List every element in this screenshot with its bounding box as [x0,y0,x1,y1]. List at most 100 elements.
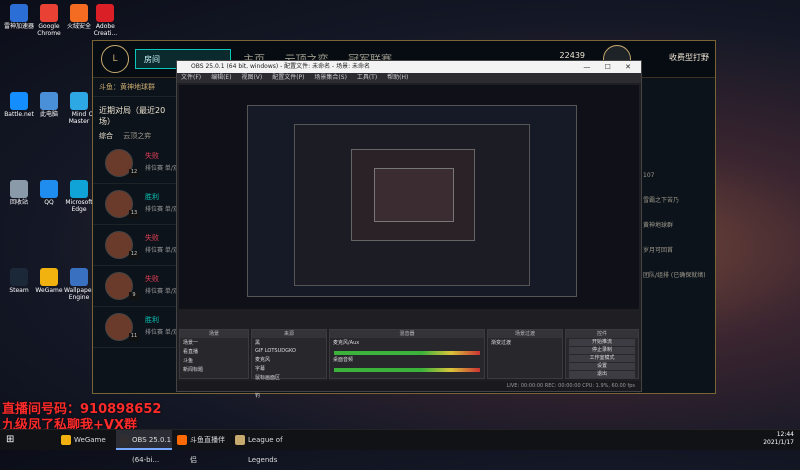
menu-edit[interactable]: 编辑(E) [211,74,231,81]
match-row[interactable]: 13 胜利 排位赛 单/双 [93,184,183,225]
transitions-dock: 场景过渡 渐变过渡 [487,329,563,379]
clock-time: 12:44 [776,431,794,438]
desktop-icon[interactable]: 雷神加速器 [2,4,36,30]
match-row[interactable]: 12 失败 排位赛 单/双 [93,225,183,266]
taskbar-app-icon [61,435,71,445]
control-button[interactable]: 设置 [569,363,635,370]
menu-file[interactable]: 文件(F) [181,74,201,81]
system-clock[interactable]: 12:44 2021/1/17 [763,431,794,447]
obs-title: OBS 25.0.1 (64 bit, windows) - 配置文件: 未命名… [191,63,371,70]
desktop-icon-label: Adobe Creati... [93,23,118,37]
recursive-preview-4 [374,168,454,222]
match-mode: 排位赛 单/双 [145,329,179,336]
taskbar-app-icon [119,435,129,445]
source-item[interactable]: 麦克风 [252,355,326,364]
clock-date: 2021/1/17 [763,439,794,446]
app-icon [10,92,28,110]
currency-amount: 22439 [559,51,585,60]
window-controls[interactable]: — ☐ ✕ [583,61,637,73]
app-icon [40,4,58,22]
desktop-icon-label: 雷神加速器 [3,23,34,30]
match-row[interactable]: 12 失败 排位赛 单/双 [93,143,183,184]
match-result: 胜利 [145,316,159,324]
transitions-header: 场景过渡 [488,330,562,338]
obs-preview[interactable] [179,85,639,309]
taskbar-item[interactable]: OBS 25.0.1 (64-bi... [116,430,172,464]
desktop-icon-label: QQ [44,199,54,206]
match-mode: 排位赛 单/双 [145,288,179,295]
lol-logo-icon[interactable]: L [101,45,129,73]
menu-help[interactable]: 帮助(H) [387,74,408,81]
control-button[interactable]: 停止录制 [569,347,635,354]
lol-social-panel: 107 雪霸之下苦乃 黄神地球群岁月可回首团队/组排 (已确保就绪) [638,78,715,393]
profile-name[interactable]: 收费型打野 [669,52,709,63]
source-item[interactable]: 钓 [252,391,326,400]
taskbar-app-icon [177,435,187,445]
sources-header: 来源 [252,330,326,338]
desktop-volume-meter[interactable] [334,368,480,372]
taskbar-item[interactable]: WeGame [58,430,114,450]
match-result: 失败 [145,152,159,160]
tab-tft[interactable]: 云顶之弈 [123,132,151,140]
social-entry[interactable]: 团队/组排 (已确保就绪) [639,266,715,283]
scene-item[interactable]: 场景一 [180,338,248,347]
mixer-channel-desktop: 桌面音频 [333,357,354,363]
app-icon [96,4,115,22]
match-mode: 排位赛 单/双 [145,247,179,254]
sources-dock: 来源 黑GIF LOTSUDGKO麦克风字幕鼠标画面区视频钓 [251,329,327,399]
transition-select[interactable]: 渐变过渡 [488,338,562,347]
scenes-dock: 场景 场景一 看直播 斗鱼 新闻标题 [179,329,249,379]
desktop-icon[interactable]: Steam [2,268,36,294]
menu-view[interactable]: 视图(V) [241,74,262,81]
control-button[interactable]: 开始推流 [569,339,635,346]
control-button[interactable]: 工作室模式 [569,355,635,362]
obs-window[interactable]: OBS 25.0.1 (64 bit, windows) - 配置文件: 未命名… [176,60,642,399]
desktop-icon[interactable]: Google Chrome [32,4,66,37]
taskbar-item[interactable]: 斗鱼直播伴侣 [174,430,230,464]
recursive-preview-3 [351,149,475,241]
match-row[interactable]: 9 失败 排位赛 单/双 [93,266,183,307]
source-item[interactable]: 字幕 [252,364,326,373]
taskbar-item-label: 斗鱼直播伴侣 [190,436,225,464]
match-tabs: 综合 云顶之弈 [93,129,183,143]
app-icon [70,92,88,110]
social-entry[interactable]: 岁月可回首 [639,241,715,258]
source-item[interactable]: GIF LOTSUDGKO [252,347,326,355]
scenes-header: 场景 [180,330,248,338]
obs-docks: 场景 场景一 看直播 斗鱼 新闻标题 来源 黑 GIF LOTSUDGKO 麦克风 字幕 鼠标… [177,329,641,399]
menu-profile[interactable]: 配置文件(P) [272,74,304,81]
champion-level: 11 [129,333,139,341]
menu-tools[interactable]: 工具(T) [357,74,377,81]
desktop-icon[interactable]: 回收站 [2,180,36,206]
scene-item[interactable]: 新闻标题 [180,365,248,374]
taskbar-item[interactable]: League of Legends [232,430,288,464]
desktop-icon-label: 此电脑 [39,111,58,118]
champion-level: 13 [129,210,139,218]
social-entry[interactable]: 雪霸之下苦乃 [639,191,715,208]
social-entry[interactable]: 107 [639,168,715,183]
desktop-icon-grid: 雷神加速器 Google Chrome 火绒安全 Adobe Creati... Bat… [0,0,122,400]
lol-left-panel: 斗鱼：黄神地球群 近期对局（最近20场） 综合 云顶之弈 12 失败 排位赛 单/双… [93,78,183,393]
controls-dock: 控件 开始推流 停止录制 工作室模式 设置 退出 [565,329,639,379]
desktop-icon[interactable]: 此电脑 [32,92,66,118]
desktop-icon[interactable]: WeGame [32,268,66,294]
taskbar-app-icon [235,435,245,445]
champion-level: 12 [129,169,139,177]
menu-scene-collection[interactable]: 场景集合(S) [314,74,347,81]
desktop-icon[interactable]: QQ [32,180,66,206]
app-icon [10,4,28,22]
tab-overall[interactable]: 综合 [99,132,113,140]
app-icon [70,268,88,286]
obs-title-bar[interactable]: OBS 25.0.1 (64 bit, windows) - 配置文件: 未命名… [177,61,641,73]
desktop-icon[interactable]: Adobe Creati... [88,4,122,37]
app-icon [70,4,88,22]
windows-start-icon[interactable]: ⊞ [6,434,18,446]
app-icon [70,180,88,198]
desktop-icon[interactable]: Battle.net [2,92,36,118]
control-button[interactable]: 退出 [569,371,635,378]
match-row[interactable]: 11 胜利排位赛 单/双 [93,307,183,348]
social-entry[interactable]: 黄神地球群 [639,216,715,233]
source-item[interactable]: 黑 [252,338,326,347]
scene-item[interactable]: 看直播 [180,347,248,356]
scene-item[interactable]: 斗鱼 [180,356,248,365]
